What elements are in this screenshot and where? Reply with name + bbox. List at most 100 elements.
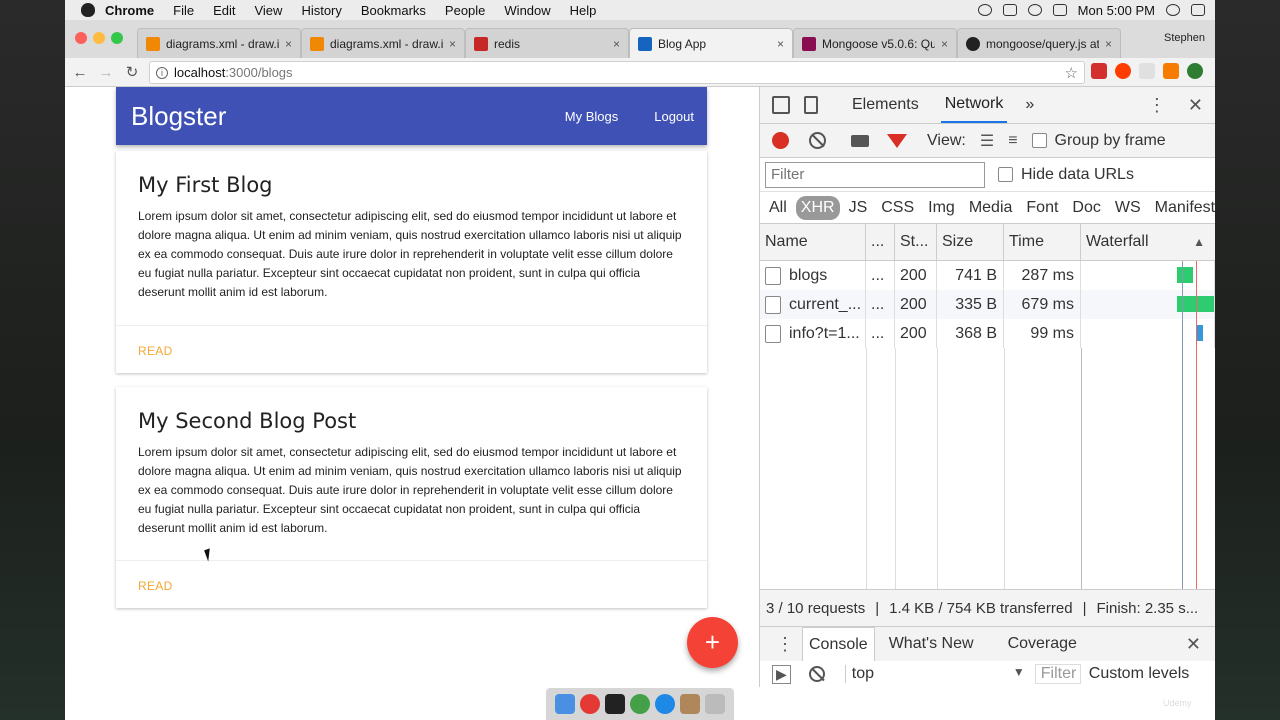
close-devtools-icon[interactable]: ✕ [1188,95,1203,116]
type-filter-manifest[interactable]: Manifest [1150,196,1215,220]
browser-tab-active[interactable]: Blog App × [629,28,793,58]
notification-center-icon[interactable] [1191,4,1205,16]
brand-logo[interactable]: Blogster [131,101,226,132]
tab-close-icon[interactable]: × [613,37,620,51]
type-filter-css[interactable]: CSS [876,196,919,220]
address-bar[interactable]: i localhost:3000/blogs ☆ [149,61,1085,84]
type-filter-xhr[interactable]: XHR [795,195,840,220]
drawer-tab-coverage[interactable]: Coverage [1002,627,1083,661]
browser-tab[interactable]: diagrams.xml - draw.io × [301,28,465,58]
browser-tab[interactable]: Mongoose v5.0.6: Que × [793,28,957,58]
type-filter-img[interactable]: Img [923,196,960,220]
drawer-tab-whats-new[interactable]: What's New [883,627,980,661]
menubar-clock[interactable]: Mon 5:00 PM [1078,3,1155,18]
type-filter-ws[interactable]: WS [1110,196,1146,220]
bookmark-star-icon[interactable]: ☆ [1065,64,1078,82]
menu-people[interactable]: People [445,3,485,18]
safari-icon[interactable] [655,694,676,714]
record-icon[interactable] [772,132,789,149]
custom-levels-dropdown[interactable]: Custom levels [1089,665,1189,683]
filter-funnel-icon[interactable] [887,133,907,148]
menu-history[interactable]: History [301,3,341,18]
menu-window[interactable]: Window [504,3,550,18]
column-size[interactable]: Size [937,224,1004,260]
chrome-icon[interactable] [579,694,600,714]
column-name[interactable]: Name [760,224,866,260]
reload-icon[interactable]: ↻ [119,63,145,81]
drawer-tab-console[interactable]: Console [802,626,875,662]
table-row[interactable]: blogs ... 200 741 B 287 ms [760,261,1215,290]
kebab-menu-icon[interactable]: ⋮ [1148,95,1166,116]
opera-extension-icon[interactable] [1115,63,1131,79]
context-selector[interactable]: top ▼ [844,665,1025,683]
apple-icon[interactable] [81,3,95,17]
hide-data-urls-checkbox[interactable] [998,167,1013,182]
menu-bookmarks[interactable]: Bookmarks [361,3,426,18]
record-status-icon[interactable] [977,4,992,16]
zoom-window-button[interactable] [111,32,123,44]
back-arrow-icon[interactable]: ← [67,64,93,81]
table-row[interactable]: current_... ... 200 335 B 679 ms [760,290,1215,319]
type-filter-all[interactable]: All [764,196,792,220]
drawer-menu-icon[interactable]: ⋮ [776,634,794,655]
type-filter-media[interactable]: Media [964,196,1018,220]
table-row[interactable]: info?t=1... ... 200 368 B 99 ms [760,319,1215,348]
tab-close-icon[interactable]: × [285,37,292,51]
group-by-frame-checkbox[interactable] [1031,133,1047,148]
menu-file[interactable]: File [173,3,194,18]
type-filter-js[interactable]: JS [844,196,873,220]
capture-screenshots-icon[interactable] [851,134,869,147]
column-status[interactable]: St... [895,224,937,260]
tab-close-icon[interactable]: × [777,37,784,51]
archive-icon[interactable] [680,694,701,714]
read-button[interactable]: READ [138,344,173,358]
my-blogs-link[interactable]: My Blogs [565,109,618,124]
menu-help[interactable]: Help [570,3,597,18]
info-icon[interactable]: i [156,66,168,79]
type-filter-font[interactable]: Font [1021,196,1063,220]
device-toolbar-icon[interactable] [804,96,818,114]
css-extension-icon[interactable] [1139,63,1155,79]
green-extension-icon[interactable] [1187,63,1203,79]
atom-icon[interactable] [629,694,650,714]
glasses-icon[interactable] [1002,4,1017,16]
close-window-button[interactable] [75,32,87,44]
tab-elements[interactable]: Elements [848,88,923,122]
minimize-window-button[interactable] [93,32,105,44]
overview-icon[interactable]: ≡ [1008,132,1017,150]
tab-close-icon[interactable]: × [449,37,456,51]
battery-icon[interactable] [1052,4,1067,16]
browser-tab[interactable]: diagrams.xml - draw.io × [137,28,301,58]
console-filter-input[interactable]: Filter [1034,664,1081,684]
clear-icon[interactable] [809,132,826,149]
menu-chrome[interactable]: Chrome [105,3,154,18]
close-drawer-icon[interactable]: ✕ [1186,634,1201,655]
logout-link[interactable]: Logout [654,109,694,124]
forward-arrow-icon[interactable]: → [93,64,119,81]
column-time[interactable]: Time [1004,224,1081,260]
browser-tab[interactable]: mongoose/query.js at × [957,28,1121,58]
more-tabs-icon[interactable]: » [1021,88,1038,122]
network-filter-input[interactable] [765,161,985,188]
sidebar-toggle-icon[interactable]: ▶ [772,664,791,684]
large-rows-icon[interactable]: ☰ [980,131,994,151]
type-filter-doc[interactable]: Doc [1067,196,1105,220]
read-button[interactable]: READ [138,579,173,593]
extension-icon[interactable] [1091,63,1107,79]
spotlight-search-icon[interactable] [1166,4,1180,16]
terminal-icon[interactable] [604,694,625,714]
trash-icon[interactable] [705,694,726,714]
wifi-icon[interactable] [1027,4,1042,16]
column-waterfall[interactable]: Waterfall ▲ [1081,224,1215,260]
tab-close-icon[interactable]: × [941,37,948,51]
profile-button[interactable]: Stephen [1164,32,1205,44]
menu-view[interactable]: View [254,3,282,18]
inspect-element-icon[interactable] [772,96,790,114]
column-more[interactable]: ... [866,224,895,260]
finder-icon[interactable] [554,694,575,714]
clear-console-icon[interactable] [808,666,825,682]
metamask-extension-icon[interactable] [1163,63,1179,79]
tab-network[interactable]: Network [940,87,1008,123]
add-blog-button[interactable]: + [687,617,738,668]
browser-tab[interactable]: redis × [465,28,629,58]
